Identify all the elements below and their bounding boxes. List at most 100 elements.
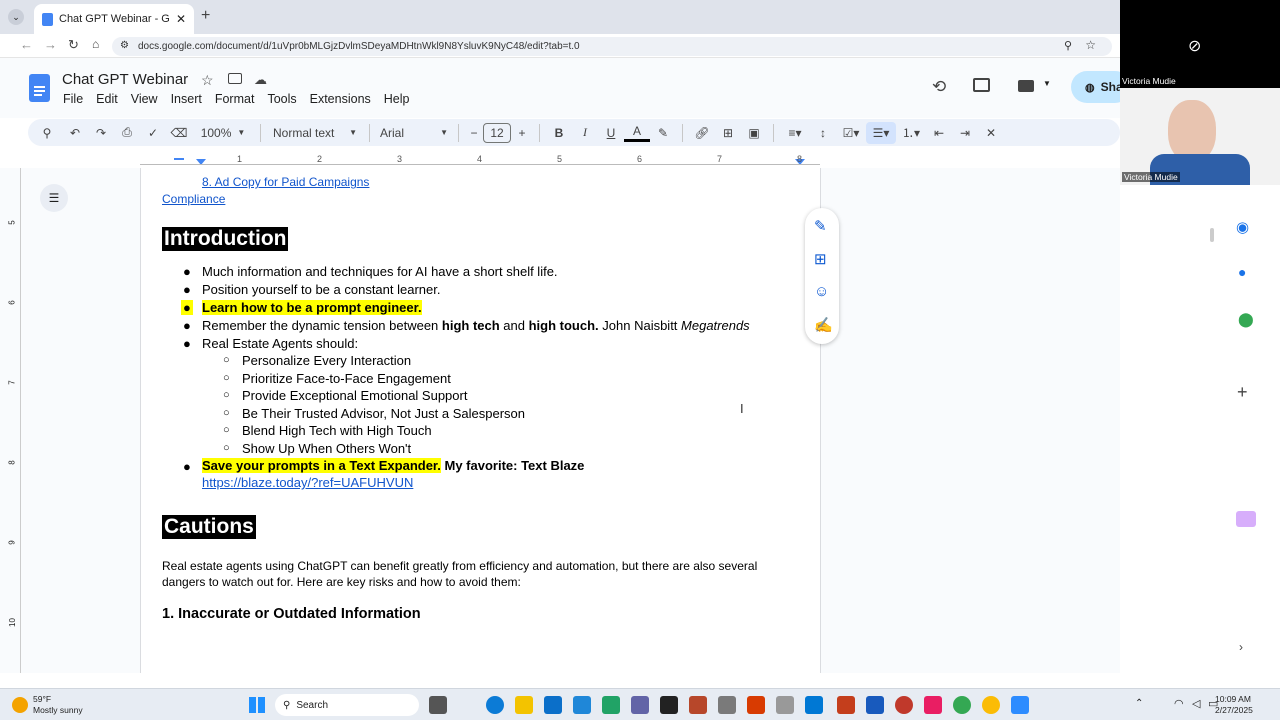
add-addon-icon[interactable]: + [1237,382,1248,403]
tasks-icon[interactable]: ◉ [1236,218,1249,236]
app-icon[interactable] [602,696,620,714]
wifi-icon[interactable]: ◠ [1174,697,1184,710]
task-view-icon[interactable] [429,696,447,714]
app-icon[interactable] [776,696,794,714]
gemini-sparkle-icon[interactable] [1236,511,1256,527]
powerpoint-icon[interactable] [837,696,855,714]
zoom-icon[interactable]: ⚲ [1064,39,1072,52]
horizontal-ruler[interactable]: 1 2 3 4 5 6 7 8 [140,154,820,168]
browser-tab[interactable]: Chat GPT Webinar - Google Do ✕ [34,4,194,34]
increase-font-size-icon[interactable]: + [511,122,533,144]
app-icon[interactable] [805,696,823,714]
numbered-list-icon[interactable]: ⒈▾ [896,122,926,144]
weather-temp[interactable]: 59°F [33,694,51,704]
volume-icon[interactable]: ◁ [1192,697,1200,710]
document-title[interactable]: Chat GPT Webinar [62,71,188,88]
redo-icon[interactable]: ↷ [88,122,114,144]
add-comment-icon[interactable]: ⊞ [814,250,827,268]
bulleted-list-icon[interactable]: ☰▾ [866,121,896,144]
blaze-link[interactable]: https://blaze.today/?ref=UAFUHVUN [202,475,413,490]
move-folder-icon[interactable] [228,73,242,84]
chrome-icon[interactable] [953,696,971,714]
zoom-app-icon[interactable] [1011,696,1029,714]
app-icon[interactable] [895,696,913,714]
chrome-icon[interactable] [982,696,1000,714]
docs-logo-icon[interactable] [29,74,50,102]
clock-time[interactable]: 10:09 AM [1215,694,1251,704]
app-icon[interactable] [718,696,736,714]
mail-icon[interactable] [544,696,562,714]
app-icon[interactable] [924,696,942,714]
style-select[interactable]: Normal text ▼ [267,122,363,144]
compliance-link[interactable]: Compliance [162,192,225,206]
menu-help[interactable]: Help [384,92,410,106]
new-tab-button[interactable]: + [201,7,210,25]
line-spacing-icon[interactable]: ↕ [810,122,836,144]
toc-link[interactable]: 8. Ad Copy for Paid Campaigns [202,175,369,189]
app-icon[interactable] [631,696,649,714]
suggest-edits-icon[interactable]: ✍ [814,316,833,334]
camera-off-icon[interactable]: ⊘ [1188,36,1201,56]
decrease-font-size-icon[interactable]: − [465,122,483,144]
search-menus-icon[interactable]: ⚲ [32,122,62,144]
menu-insert[interactable]: Insert [171,92,202,106]
comments-icon[interactable] [973,78,990,92]
app-icon[interactable] [573,696,591,714]
bookmark-star-icon[interactable]: ☆ [1085,38,1096,52]
app-icon[interactable] [660,696,678,714]
clear-formatting-icon[interactable]: ✕ [978,122,1004,144]
emoji-reaction-icon[interactable]: ☺ [814,283,829,300]
document-page[interactable]: 8. Ad Copy for Paid Campaigns Compliance… [140,168,821,673]
meet-video-icon[interactable] [1018,80,1034,92]
bold-icon[interactable]: B [546,122,572,144]
close-tab-icon[interactable]: ✕ [176,12,186,26]
menu-format[interactable]: Format [215,92,255,106]
taskbar-search-box[interactable]: ⚲ Search [275,694,419,716]
edge-icon[interactable] [486,696,504,714]
weather-icon[interactable] [12,697,28,713]
spellcheck-icon[interactable]: ✓ [140,122,166,144]
font-size-input[interactable]: 12 [483,122,511,143]
paint-format-icon[interactable]: ⌫ [166,122,192,144]
forward-icon[interactable]: → [44,37,57,52]
home-icon[interactable]: ⌂ [92,37,99,51]
zoom-select[interactable]: 100% ▼ [192,122,254,144]
tray-chevron-icon[interactable]: ⌃ [1135,698,1143,709]
highlight-icon[interactable]: ✎ [650,122,676,144]
app-icon[interactable] [689,696,707,714]
reload-icon[interactable]: ↻ [68,37,79,53]
text-color-icon[interactable]: A [624,124,650,142]
increase-indent-icon[interactable]: ⇥ [952,122,978,144]
weather-desc[interactable]: Mostly sunny [33,705,83,715]
document-outline-icon[interactable]: ☰ [40,184,68,212]
decrease-indent-icon[interactable]: ⇤ [926,122,952,144]
maps-icon[interactable]: ⬤ [1238,311,1254,328]
edit-pencil-icon[interactable]: ✎ [814,217,827,235]
tab-list-chevron-icon[interactable]: ⌄ [8,9,24,25]
site-info-icon[interactable]: ⚙ [120,40,129,51]
start-windows-icon[interactable] [249,697,265,713]
contacts-icon[interactable]: ● [1238,264,1246,280]
menu-view[interactable]: View [131,92,158,106]
expand-panel-icon[interactable]: › [1239,640,1243,654]
menu-edit[interactable]: Edit [96,92,118,106]
checklist-icon[interactable]: ☑▾ [836,122,866,144]
font-select[interactable]: Arial ▼ [376,122,452,144]
underline-icon[interactable]: U [598,122,624,144]
url-input[interactable]: ⚙ docs.google.com/document/d/1uVpr0bMLGj… [112,37,1112,56]
file-explorer-icon[interactable] [515,696,533,714]
menu-extensions[interactable]: Extensions [310,92,371,106]
menu-file[interactable]: File [63,92,83,106]
meet-dropdown-icon[interactable]: ▼ [1043,79,1051,88]
version-history-icon[interactable]: ⟲ [932,77,946,97]
clock-date[interactable]: 2/27/2025 [1215,705,1253,715]
menu-tools[interactable]: Tools [267,92,296,106]
align-icon[interactable]: ≡▾ [780,122,810,144]
insert-link-icon[interactable]: 🔗︎ [689,122,715,144]
print-icon[interactable]: ⎙ [114,122,140,144]
left-indent-marker[interactable] [174,158,184,160]
add-comment-icon[interactable]: ⊞ [715,122,741,144]
word-icon[interactable] [866,696,884,714]
italic-icon[interactable]: I [572,122,598,144]
undo-icon[interactable]: ↶ [62,122,88,144]
